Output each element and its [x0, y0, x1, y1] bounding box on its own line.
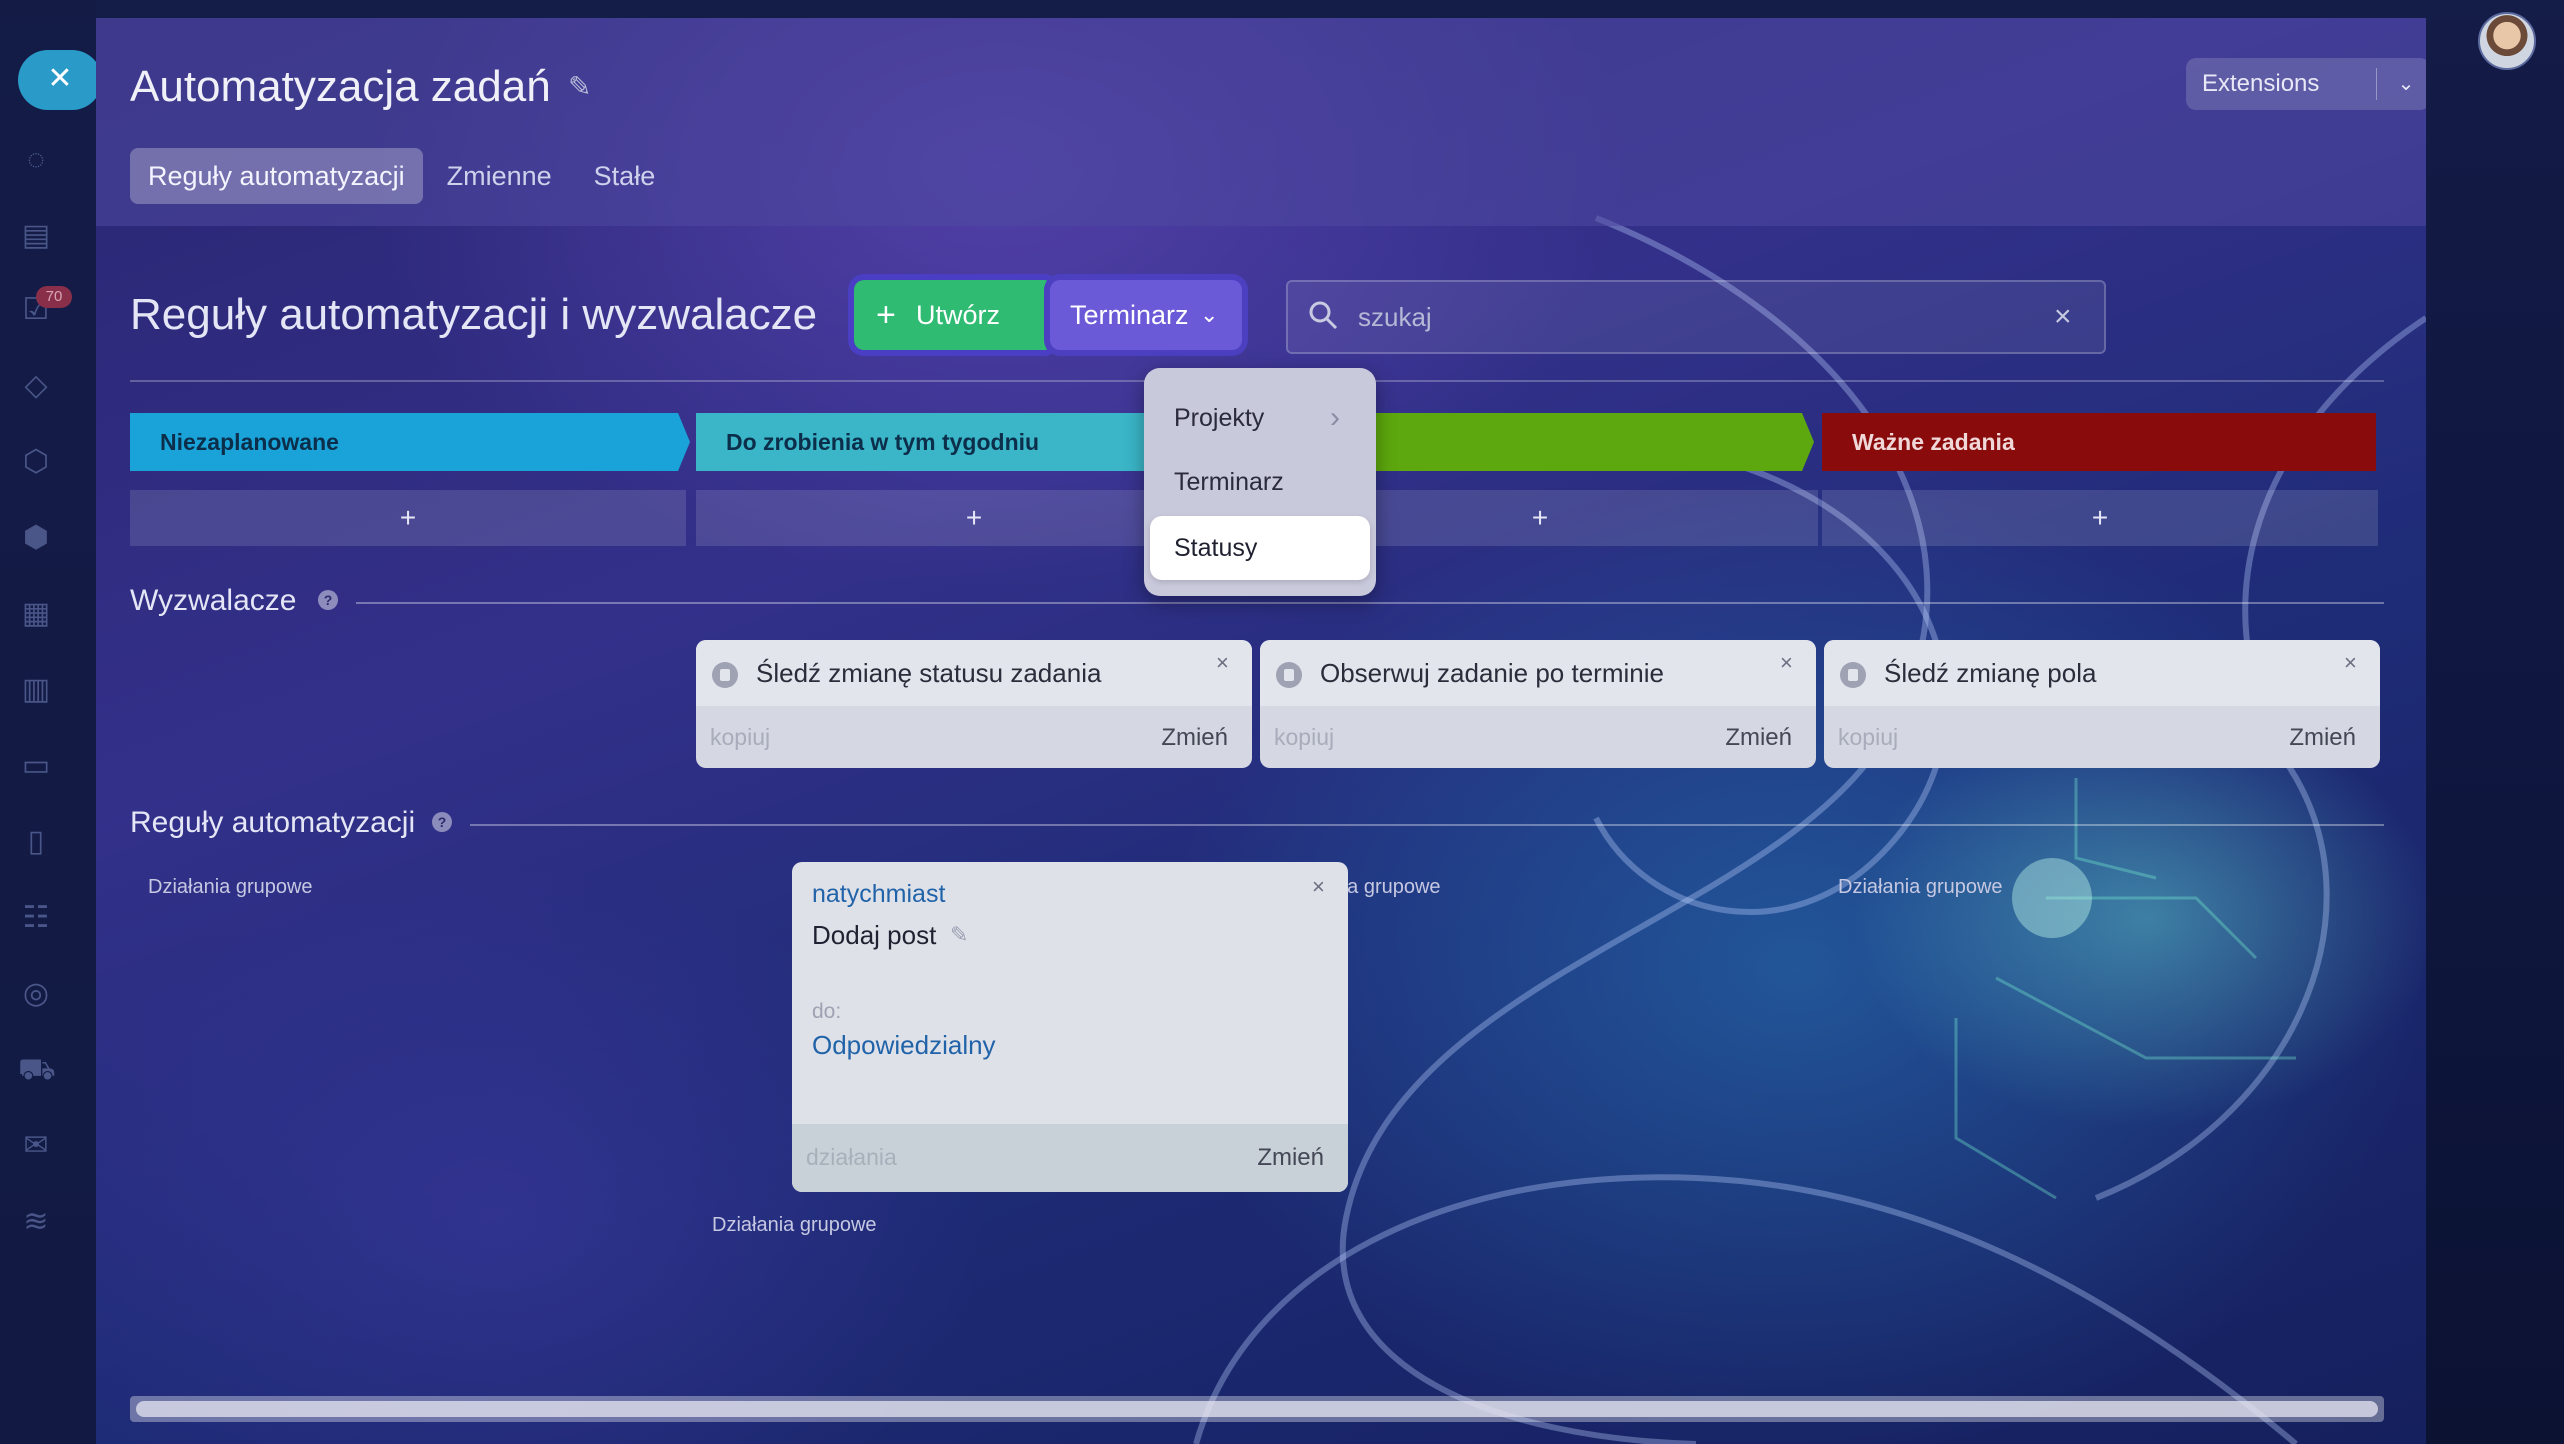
group-actions-link[interactable]: Działania grupowe	[712, 1214, 877, 1237]
triggers-title: Wyzwalacze	[130, 584, 297, 617]
edit-link[interactable]: Zmień	[1161, 724, 1228, 752]
tab-automation-rules[interactable]: Reguły automatyzacji	[130, 148, 423, 204]
search-icon	[1309, 301, 1338, 330]
sidebar-icon: ▯	[27, 825, 45, 858]
trigger-title: Śledź zmianę statusu zadania	[756, 658, 1102, 688]
trigger-card[interactable]: Śledź zmianę statusu zadania × kopiuj Zm…	[696, 640, 1252, 768]
tab-bar: Reguły automatyzacji Zmienne Stałe	[130, 148, 673, 204]
help-icon[interactable]: ?	[432, 812, 452, 832]
automation-panel: Automatyzacja zadań ✎ Reguły automatyzac…	[96, 18, 2426, 1444]
sidebar-icon: ▤	[21, 219, 51, 252]
sidebar-icon: ▦	[21, 597, 51, 630]
robot-footer: działania Zmień	[792, 1124, 1348, 1192]
robot-card[interactable]: natychmiast × Dodaj post ✎ do: Odpowiedz…	[792, 862, 1348, 1192]
sidebar-icon: ✉	[23, 1129, 49, 1162]
sidebar-icon: ◇	[24, 369, 48, 402]
trigger-card[interactable]: Śledź zmianę pola × kopiuj Zmień	[1824, 640, 2380, 768]
help-icon[interactable]: ?	[318, 590, 338, 610]
page-title: Automatyzacja zadań	[130, 62, 551, 111]
robot-name: Dodaj post	[812, 920, 937, 950]
trigger-title: Obserwuj zadanie po terminie	[1320, 658, 1664, 688]
edit-link[interactable]: Zmień	[1725, 724, 1792, 752]
menu-item-deadline[interactable]: Terminarz	[1144, 450, 1376, 514]
view-mode-menu: Projekty › Terminarz Statusy	[1144, 368, 1376, 596]
horizontal-scrollbar[interactable]	[130, 1396, 2384, 1422]
chevron-right-icon: ›	[1330, 401, 1340, 434]
section-title: Reguły automatyzacji i wyzwalacze	[130, 290, 818, 339]
pencil-icon[interactable]: ✎	[950, 922, 968, 948]
status-column-unplanned: Niezaplanowane	[130, 413, 690, 471]
status-column-important: Ważne zadania	[1822, 413, 2376, 471]
group-actions-link[interactable]: Działania grupowe	[148, 876, 313, 899]
notification-badge: 70	[36, 286, 72, 308]
sidebar-icon: ⬡	[22, 445, 50, 478]
sidebar-icon: ≋	[23, 1205, 49, 1238]
copy-link[interactable]: kopiuj	[1274, 724, 1334, 751]
add-robot-button[interactable]: +	[1822, 490, 2378, 546]
user-avatar[interactable]	[2478, 12, 2536, 70]
edit-link[interactable]: Zmień	[2289, 724, 2356, 752]
close-slider-button[interactable]: ✕	[18, 50, 102, 110]
sidebar-icon: ▭	[21, 749, 51, 782]
trigger-title: Śledź zmianę pola	[1884, 658, 2097, 688]
robot-to-label: do:	[812, 1000, 842, 1023]
menu-item-projects[interactable]: Projekty ›	[1144, 386, 1376, 450]
sidebar-icon: ☷	[22, 901, 50, 934]
search-box: ×	[1286, 280, 2106, 354]
trigger-card[interactable]: Obserwuj zadanie po terminie × kopiuj Zm…	[1260, 640, 1816, 768]
edit-link[interactable]: Zmień	[1257, 1144, 1324, 1172]
sidebar-icon: ◌	[27, 143, 45, 176]
view-mode-label: Terminarz	[1070, 300, 1189, 330]
scrollbar-thumb[interactable]	[136, 1401, 2378, 1417]
extensions-divider	[2376, 68, 2377, 100]
search-input[interactable]	[1356, 292, 2040, 342]
robot-to-value[interactable]: Odpowiedzialny	[812, 1030, 996, 1061]
chevron-down-icon[interactable]: ⌄	[2386, 58, 2426, 110]
copy-link[interactable]: kopiuj	[1838, 724, 1898, 751]
sidebar-icon: ◎	[22, 977, 50, 1010]
menu-item-statuses[interactable]: Statusy	[1150, 516, 1370, 580]
rules-title: Reguły automatyzacji	[130, 806, 416, 839]
create-label: Utwórz	[916, 300, 1001, 330]
actions-link[interactable]: działania	[806, 1144, 897, 1171]
create-button[interactable]: + Utwórz	[854, 280, 1054, 350]
close-icon[interactable]: ×	[1780, 650, 1793, 676]
sidebar-icon: ▥	[21, 673, 51, 706]
tab-constants[interactable]: Stałe	[576, 148, 674, 204]
view-mode-dropdown[interactable]: Terminarz ⌄	[1050, 280, 1242, 350]
clear-search-icon[interactable]: ×	[2054, 282, 2072, 352]
background-sidebar: ◌ ▤ ☑ 70 ◇ ⬡ ⬢ ▦ ▥ ▭ ▯ ☷ ◎ ⛟ ✉ ≋	[0, 0, 96, 1444]
extensions-label: Extensions	[2202, 70, 2320, 97]
triggers-divider	[356, 602, 2384, 604]
close-icon[interactable]: ×	[1312, 874, 1325, 900]
sidebar-icon: ⛟	[18, 1053, 56, 1086]
group-actions-link[interactable]: Działania grupowe	[1838, 876, 2003, 899]
close-icon[interactable]: ×	[2344, 650, 2357, 676]
lock-icon	[1276, 662, 1302, 688]
plus-icon: +	[876, 296, 896, 334]
add-robot-button[interactable]: +	[130, 490, 686, 546]
pin-icon[interactable]: ✎	[568, 70, 598, 106]
chevron-down-icon: ⌄	[1200, 302, 1219, 327]
close-icon[interactable]: ×	[1216, 650, 1229, 676]
menu-item-label: Projekty	[1174, 404, 1265, 432]
rules-divider	[470, 824, 2384, 826]
tab-variables[interactable]: Zmienne	[429, 148, 570, 204]
copy-link[interactable]: kopiuj	[710, 724, 770, 751]
extensions-button[interactable]: Extensions ⌄	[2186, 58, 2426, 110]
robot-timing-link[interactable]: natychmiast	[812, 880, 945, 909]
sidebar-icon: ⬢	[22, 521, 50, 554]
lock-icon	[1840, 662, 1866, 688]
lock-icon	[712, 662, 738, 688]
